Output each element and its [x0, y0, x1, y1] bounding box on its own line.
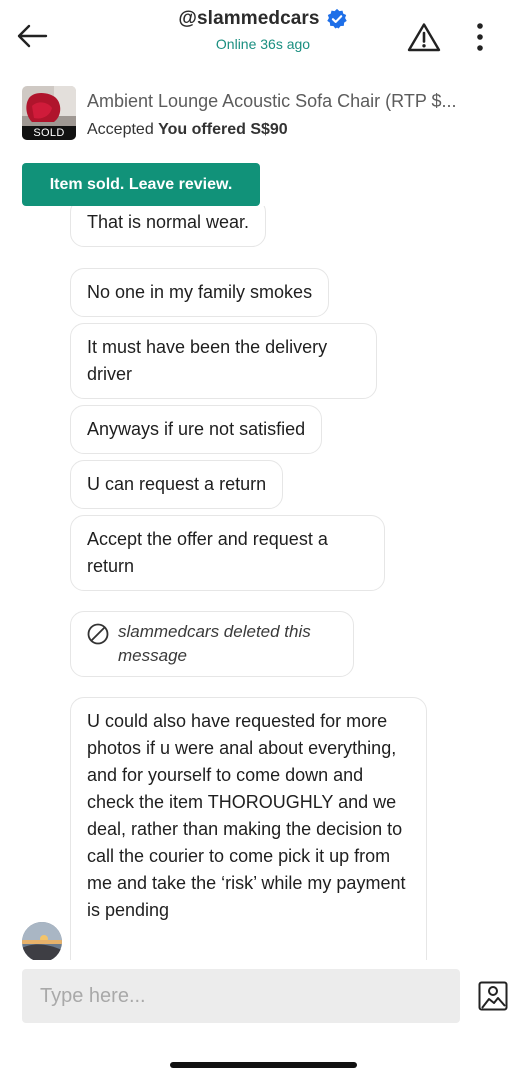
deleted-circle-icon: [87, 623, 109, 645]
more-options-button[interactable]: [466, 19, 494, 55]
online-status: Online 36s ago: [215, 36, 311, 52]
username-row[interactable]: @slammedcars: [178, 8, 347, 30]
listing-thumbnail[interactable]: SOLD: [22, 86, 76, 140]
message-bubble: No one in my family smokes: [70, 268, 330, 317]
more-vertical-icon: [477, 23, 483, 51]
message-bubble: Anyways if ure not satisfied: [70, 405, 323, 454]
message-text: Accept the offer and request a return: [87, 529, 328, 576]
chat-header: @slammedcars Online 36s ago: [0, 8, 526, 52]
deleted-message-bubble: slammedcars deleted this message: [70, 611, 354, 677]
message-bubble: That is normal wear.: [70, 206, 267, 247]
image-upload-icon: [478, 981, 508, 1011]
message-bubble: U can request a return: [70, 460, 284, 509]
message-text: Anyways if ure not satisfied: [87, 419, 306, 439]
message-text: U could also have requested for more pho…: [87, 711, 406, 920]
avatar-image: [22, 922, 62, 960]
message-text: That is normal wear.: [87, 212, 250, 232]
deleted-message-text: slammedcars deleted this message: [118, 622, 311, 665]
offer-status: Accepted You offered S$90: [87, 120, 457, 140]
offer-amount: You offered S$90: [158, 121, 288, 138]
listing-summary[interactable]: SOLD Ambient Lounge Acoustic Sofa Chair …: [22, 86, 508, 142]
message-bubble: U could also have requested for more pho…: [70, 697, 427, 960]
message-composer[interactable]: [22, 969, 460, 1023]
message-text: U can request a return: [87, 474, 267, 494]
message-text: No one in my family smokes: [87, 282, 313, 302]
offer-status-prefix: Accepted: [87, 121, 154, 138]
message-bubble: Accept the offer and request a return: [70, 515, 385, 591]
home-indicator: [170, 1062, 357, 1068]
username[interactable]: @slammedcars: [178, 8, 319, 30]
warning-triangle-icon: [407, 23, 441, 52]
listing-title: Ambient Lounge Acoustic Sofa Chair (RTP …: [87, 91, 457, 111]
message-text: It must have been the delivery driver: [87, 337, 328, 384]
message-list[interactable]: That is normal wear. No one in my family…: [0, 206, 526, 960]
avatar[interactable]: [22, 922, 62, 960]
verified-badge-icon: [326, 8, 347, 29]
send-photo-button[interactable]: [477, 980, 509, 1012]
sold-tag: SOLD: [22, 126, 76, 140]
message-bubble: It must have been the delivery driver: [70, 323, 377, 399]
report-button[interactable]: [406, 19, 442, 55]
leave-review-button[interactable]: Item sold. Leave review.: [22, 163, 260, 206]
message-input[interactable]: [22, 969, 460, 1023]
